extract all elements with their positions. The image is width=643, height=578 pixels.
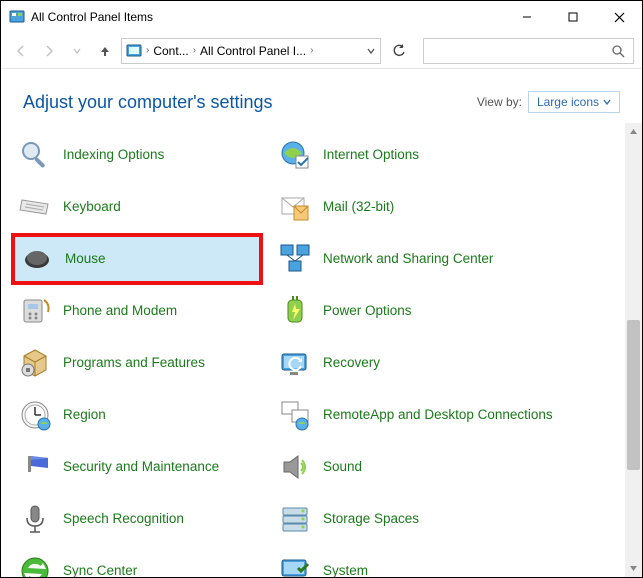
recent-dropdown[interactable] [65, 39, 89, 63]
maximize-button[interactable] [550, 1, 596, 33]
view-by-label: View by: [477, 95, 522, 109]
item-label: Programs and Features [63, 355, 205, 371]
item-label: Power Options [323, 303, 412, 319]
item-network-sharing[interactable]: Network and Sharing Center [271, 233, 615, 285]
item-label: Mail (32-bit) [323, 199, 394, 215]
scroll-thumb[interactable] [627, 320, 640, 470]
item-label: Speech Recognition [63, 511, 184, 527]
chevron-down-icon[interactable] [366, 46, 376, 56]
chevron-right-icon: › [193, 45, 196, 56]
item-speech-recognition[interactable]: Speech Recognition [11, 493, 263, 545]
item-security-maintenance[interactable]: Security and Maintenance [11, 441, 263, 493]
item-keyboard[interactable]: Keyboard [11, 181, 263, 233]
item-label: Security and Maintenance [63, 459, 219, 475]
speech-icon [17, 501, 53, 537]
item-remoteapp[interactable]: RemoteApp and Desktop Connections [271, 389, 615, 441]
item-power-options[interactable]: Power Options [271, 285, 615, 337]
breadcrumb-item[interactable]: All Control Panel I... [200, 44, 306, 58]
item-programs-features[interactable]: Programs and Features [11, 337, 263, 389]
item-recovery[interactable]: Recovery [271, 337, 615, 389]
item-storage-spaces[interactable]: Storage Spaces [271, 493, 615, 545]
close-button[interactable] [596, 1, 642, 33]
window-title: All Control Panel Items [31, 10, 504, 24]
item-sound[interactable]: Sound [271, 441, 615, 493]
indexing-icon [17, 137, 53, 173]
internet-icon [277, 137, 313, 173]
programs-icon [17, 345, 53, 381]
phone-icon [17, 293, 53, 329]
view-by-value: Large icons [537, 95, 599, 109]
item-label: RemoteApp and Desktop Connections [323, 407, 553, 423]
item-mail[interactable]: Mail (32-bit) [271, 181, 615, 233]
items-grid: Indexing Options Internet Options Keyboa… [1, 123, 625, 577]
mail-icon [277, 189, 313, 225]
item-label: Keyboard [63, 199, 121, 215]
item-label: Recovery [323, 355, 380, 371]
breadcrumb-item[interactable]: Cont... [153, 44, 188, 58]
search-input[interactable] [423, 38, 634, 64]
storage-icon [277, 501, 313, 537]
chevron-right-icon: › [146, 45, 149, 56]
item-region[interactable]: Region [11, 389, 263, 441]
heading-row: Adjust your computer's settings View by:… [1, 69, 642, 123]
back-button[interactable] [9, 39, 33, 63]
item-internet-options[interactable]: Internet Options [271, 129, 615, 181]
item-label: System [323, 563, 368, 577]
network-icon [277, 241, 313, 277]
item-indexing-options[interactable]: Indexing Options [11, 129, 263, 181]
item-label: Storage Spaces [323, 511, 419, 527]
titlebar: All Control Panel Items [1, 1, 642, 33]
refresh-button[interactable] [385, 38, 413, 64]
control-panel-icon [9, 9, 25, 25]
region-icon [17, 397, 53, 433]
item-mouse[interactable]: Mouse [11, 233, 263, 285]
scrollbar[interactable] [625, 123, 642, 577]
remoteapp-icon [277, 397, 313, 433]
item-label: Phone and Modem [63, 303, 177, 319]
scroll-down-button[interactable] [625, 560, 642, 577]
forward-button[interactable] [37, 39, 61, 63]
window: All Control Panel Items › Cont... › All … [0, 0, 643, 578]
content: Indexing Options Internet Options Keyboa… [1, 123, 642, 577]
item-label: Network and Sharing Center [323, 251, 493, 267]
item-label: Region [63, 407, 106, 423]
scroll-track[interactable] [625, 140, 642, 560]
chevron-down-icon [603, 98, 611, 106]
item-label: Mouse [65, 251, 106, 267]
item-label: Internet Options [323, 147, 419, 163]
item-sync-center[interactable]: Sync Center [11, 545, 263, 577]
keyboard-icon [17, 189, 53, 225]
scroll-up-button[interactable] [625, 123, 642, 140]
up-button[interactable] [93, 39, 117, 63]
item-label: Sound [323, 459, 362, 475]
power-icon [277, 293, 313, 329]
navbar: › Cont... › All Control Panel I... › [1, 33, 642, 69]
system-icon [277, 553, 313, 577]
minimize-button[interactable] [504, 1, 550, 33]
sound-icon [277, 449, 313, 485]
item-label: Sync Center [63, 563, 137, 577]
view-by-dropdown[interactable]: Large icons [528, 91, 620, 113]
item-system[interactable]: System [271, 545, 615, 577]
item-phone-modem[interactable]: Phone and Modem [11, 285, 263, 337]
control-panel-icon [126, 43, 142, 59]
search-icon [611, 44, 625, 58]
recovery-icon [277, 345, 313, 381]
breadcrumb[interactable]: › Cont... › All Control Panel I... › [121, 38, 381, 64]
chevron-right-icon: › [310, 45, 313, 56]
mouse-icon [19, 241, 55, 277]
security-icon [17, 449, 53, 485]
sync-icon [17, 553, 53, 577]
item-label: Indexing Options [63, 147, 164, 163]
page-heading: Adjust your computer's settings [23, 92, 477, 113]
